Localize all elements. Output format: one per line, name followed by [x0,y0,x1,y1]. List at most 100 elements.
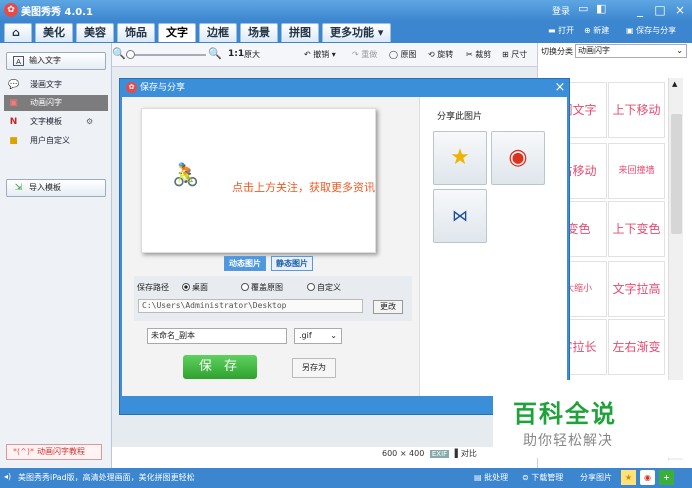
save-path-field[interactable]: C:\Users\Administrator\Desktop [138,299,363,313]
home-tab[interactable]: ⌂ [4,23,32,42]
change-path-button[interactable]: 更改 [373,300,403,314]
batch-button[interactable]: ▤ 批处理 [474,472,508,483]
skin-icon[interactable]: ◧ [596,2,606,15]
sidebar-item-label: 文字模板 [30,117,62,126]
sidebar-item-text-template[interactable]: N 文字模板 ⚙ [4,114,108,130]
minimize-button[interactable]: _ [631,1,649,19]
folder-icon: ■ [9,136,18,146]
tab-border[interactable]: 边框 [199,23,237,42]
status-message[interactable]: 美图秀秀iPad版，高清处理画面，美化拼图更轻松 [18,472,195,483]
undo-button[interactable]: ↶ 撤销 ▾ [304,49,336,60]
custom-radio[interactable]: 自定义 [307,282,341,293]
login-link[interactable]: 登录 [552,4,570,17]
tab-beautify[interactable]: 美化 [35,23,73,42]
download-manager-button[interactable]: ⊜ 下载管理 [522,472,563,483]
size-button[interactable]: ⊞ 尺寸 [502,49,527,60]
open-button[interactable]: ▬ 打开 [548,25,574,36]
speaker-icon: ◂) [4,472,12,481]
save-share-button[interactable]: ▣ 保存与分享 [626,25,676,36]
tab-more[interactable]: 更多功能 ▾ [322,23,392,42]
settings-icon[interactable]: ⚙ [86,114,93,130]
flash-icon: ▣ [9,98,18,108]
plus-icon[interactable]: + [659,470,674,485]
save-as-button[interactable]: 另存为 [292,358,336,378]
material-cell[interactable]: 上下移动 [608,82,665,138]
chevron-down-icon: ⌄ [330,331,337,340]
download-icon: ⊜ [522,473,529,482]
tab-accessories[interactable]: 饰品 [117,23,155,42]
static-image-toggle[interactable]: 静态图片 [271,256,313,271]
redo-button[interactable]: ↷ 重做 [352,49,377,60]
overwrite-radio[interactable]: 覆盖原图 [241,282,283,293]
save-button[interactable]: 保 存 [183,355,257,379]
zoom-out-icon[interactable]: 🔍 [112,47,126,60]
material-cell[interactable]: 左右渐变 [608,319,665,375]
crop-label: 裁剪 [475,50,492,59]
speech-bubble-icon: 💬 [8,80,20,90]
save-path-panel: 保存路径 桌面 覆盖原图 自定义 C:\Users\Administrator\… [134,276,412,321]
sidebar-item-user-custom[interactable]: ■ 用户自定义 [4,133,108,149]
dialog-logo-icon: ✿ [126,82,137,93]
exif-button[interactable]: EXIF [429,450,450,458]
qzone-star-icon[interactable]: ★ [621,470,636,485]
text-a-icon: A [13,56,24,66]
maximize-button[interactable]: □ [651,1,669,19]
sidebar-item-animated-text[interactable]: ▣ 动画闪字 [4,95,108,111]
left-sidebar: A 输入文字 💬 漫画文字 ▣ 动画闪字 N 文字模板 ⚙ ■ 用户自定义 ⇲ … [0,43,112,468]
weibo-icon[interactable]: ◉ [491,131,545,185]
new-button[interactable]: ⊕ 新建 [584,25,609,36]
file-name-input[interactable]: 未命名_副本 [147,328,287,344]
zoom-original-value[interactable]: 1:1 [228,49,244,59]
desktop-radio[interactable]: 桌面 [182,282,208,293]
tutorial-button[interactable]: *(^)* 动画闪字教程 [6,444,102,460]
rotate-label: 旋转 [437,50,454,59]
renren-icon[interactable]: ⋈ [433,189,487,243]
undo-label: 撤销 [313,50,330,59]
zoom-in-icon[interactable]: 🔍 [208,47,222,60]
image-preview: 🚴 点击上方关注，获取更多资讯 [141,108,376,253]
material-cell[interactable]: 上下变色 [608,201,665,257]
tutorial-label: 动画闪字教程 [37,447,85,456]
close-button[interactable]: × [671,1,689,19]
tab-scene[interactable]: 场景 [240,23,278,42]
category-value: 动画闪字 [578,46,610,55]
tab-text[interactable]: 文字 [158,23,196,42]
message-icon[interactable]: ▭ [578,2,588,15]
scroll-up-icon[interactable]: ▲ [672,80,677,88]
material-cell[interactable]: 文字拉高 [608,261,665,317]
zoom-slider-handle[interactable] [126,50,135,59]
crop-button[interactable]: ✂ 裁剪 [466,49,491,60]
import-template-button[interactable]: ⇲ 导入模板 [6,179,106,197]
tab-beauty[interactable]: 美容 [76,23,114,42]
sidebar-item-label: 动画闪字 [30,98,62,107]
category-select[interactable]: 动画闪字 ⌄ [575,44,687,58]
qzone-star-icon[interactable]: ★ [433,131,487,185]
sidebar-item-comic-text[interactable]: 💬 漫画文字 [4,77,108,93]
preview-promo-text: 点击上方关注，获取更多资讯 [232,181,375,194]
sidebar-item-label: 漫画文字 [30,80,62,89]
zoom-slider[interactable] [126,54,206,56]
compare-label[interactable]: 对比 [461,449,477,458]
dialog-close-button[interactable]: × [552,79,568,97]
share-image-button[interactable]: 分享图片 [580,472,612,483]
size-label: 尺寸 [511,50,528,59]
watermark-subtitle: 助你轻松解决 [523,433,613,449]
scrollbar-thumb[interactable] [671,114,682,234]
rotate-button[interactable]: ⟲ 旋转 [428,49,453,60]
editor-toolbar: 🔍 🔍 1:1 原大 ↶ 撤销 ▾ ↷ 重做 ◯ 原图 ⟲ 旋转 ✂ 裁剪 ⊞ … [112,43,537,67]
radio-icon [241,283,249,291]
input-text-label: 输入文字 [29,56,61,65]
dynamic-image-toggle[interactable]: 动态图片 [224,256,266,271]
file-format-select[interactable]: .gif ⌄ [294,328,342,344]
original-button[interactable]: ◯ 原图 [389,49,417,60]
tab-collage[interactable]: 拼图 [281,23,319,42]
material-cell[interactable]: 来回撞墙 [608,143,665,199]
save-share-label: 保存与分享 [636,26,677,35]
folder-icon: ▬ [548,26,556,35]
dialog-title-bar: ✿ 保存与分享 [122,79,567,97]
new-badge-icon: N [9,117,18,127]
input-text-button[interactable]: A 输入文字 [6,52,106,70]
weibo-icon[interactable]: ◉ [640,470,655,485]
radio-icon [307,283,315,291]
zoom-original-label[interactable]: 原大 [244,49,260,60]
